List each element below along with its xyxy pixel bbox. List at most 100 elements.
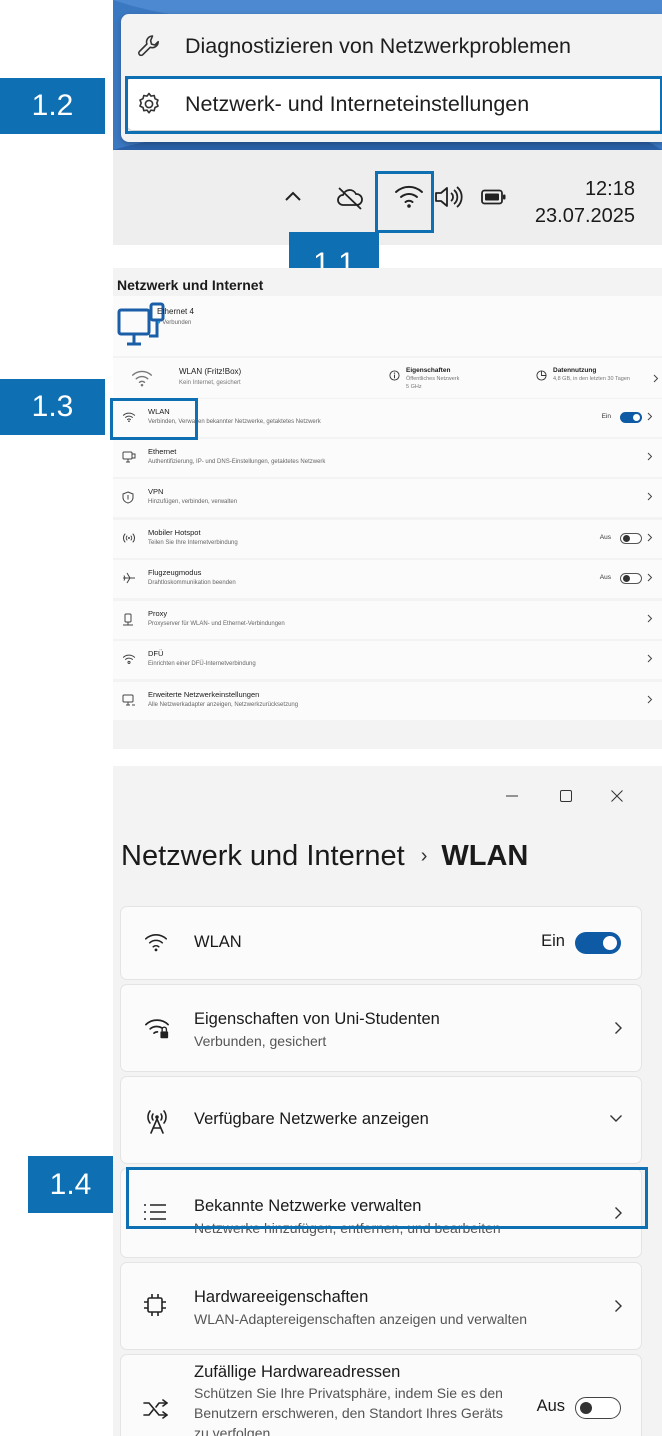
wifi-icon bbox=[130, 368, 154, 388]
chevron-right-icon bbox=[647, 654, 653, 663]
chevron-down-icon bbox=[609, 1114, 623, 1123]
settings-row-title: VPN bbox=[148, 487, 164, 496]
wifi-summary-name: WLAN (Fritz!Box) bbox=[179, 367, 242, 376]
breadcrumb-parent[interactable]: Netzwerk und Internet bbox=[121, 840, 405, 873]
chevron-right-icon bbox=[614, 1299, 623, 1313]
antenna-icon bbox=[143, 1107, 171, 1135]
settings-row-subtitle: Teilen Sie Ihre Internetverbindung bbox=[148, 540, 238, 546]
wifi-icon bbox=[143, 931, 169, 953]
network-settings-page: Netzwerk und Internet Ethernet 4 ● Verbu… bbox=[113, 268, 662, 749]
maximize-icon[interactable] bbox=[559, 789, 573, 803]
wlan-settings-page: Netzwerk und Internet › WLAN WLAN Ein Ei… bbox=[113, 766, 662, 1436]
settings-row-ethernet[interactable]: Ethernet Authentifizierung, IP- und DNS-E… bbox=[113, 439, 662, 477]
page-title: Netzwerk und Internet bbox=[117, 277, 264, 293]
clock-date: 23.07.2025 bbox=[534, 205, 635, 227]
settings-row-subtitle: Alle Netzwerkadapter anzeigen, Netzwerkz… bbox=[148, 702, 299, 708]
wifi-properties-card[interactable]: Eigenschaften von Uni-Studenten Verbunde… bbox=[121, 985, 641, 1071]
settings-row-subtitle: Einrichten einer DFÜ-Internetverbindung bbox=[148, 661, 256, 667]
data-usage-title: Datennutzung bbox=[553, 367, 597, 374]
speaker-icon[interactable] bbox=[433, 184, 465, 210]
step-label-1-3: 1.3 bbox=[0, 379, 105, 435]
settings-row-title: Ethernet bbox=[148, 447, 177, 456]
settings-row-airplane[interactable]: Flugzeugmodus Drahtloskommunikation beend… bbox=[113, 560, 662, 598]
data-usage-icon bbox=[536, 370, 547, 381]
battery-icon[interactable] bbox=[481, 189, 507, 205]
settings-row-subtitle: Hinzufügen, verbinden, verwalten bbox=[148, 499, 238, 505]
breadcrumb-current: WLAN bbox=[441, 840, 529, 872]
random-description-line2: Benutzern erschweren, den Standort Ihres… bbox=[194, 1405, 503, 1421]
chevron-up-icon[interactable] bbox=[283, 188, 303, 204]
random-title: Zufällige Hardwareadressen bbox=[194, 1363, 401, 1381]
clock-time: 12:18 bbox=[584, 178, 635, 200]
available-title: Verfügbare Netzwerke anzeigen bbox=[194, 1110, 429, 1128]
wifi-lock-icon bbox=[143, 1016, 171, 1040]
settings-row-title: Flugzeugmodus bbox=[148, 568, 202, 577]
chevron-right-icon bbox=[647, 614, 653, 623]
available-networks-card[interactable]: Verfügbare Netzwerke anzeigen bbox=[121, 1077, 641, 1163]
settings-row-state: Aus bbox=[599, 534, 611, 541]
settings-row-subtitle: Drahtloskommunikation beenden bbox=[148, 580, 236, 586]
chevron-right-icon bbox=[647, 573, 653, 582]
chevron-right-icon bbox=[647, 412, 653, 421]
properties-subtitle: Verbunden, gesichert bbox=[194, 1033, 327, 1049]
step-label-1-4: 1.4 bbox=[28, 1156, 113, 1213]
highlight-wlan-row bbox=[110, 398, 198, 440]
settings-row-title: Proxy bbox=[148, 609, 168, 618]
proxy-icon bbox=[122, 613, 134, 626]
taskbar-clock[interactable]: 12:18 23.07.2025 bbox=[535, 176, 635, 230]
settings-row-vpn-shield[interactable]: VPN Hinzufügen, verbinden, verwalten bbox=[113, 479, 662, 517]
hardware-properties-card[interactable]: Hardwareeigenschaften WLAN-Adaptereigens… bbox=[121, 1263, 641, 1349]
random-address-toggle[interactable] bbox=[575, 1397, 621, 1419]
settings-row-toggle[interactable] bbox=[620, 573, 642, 584]
highlight-wifi-tray-icon bbox=[375, 171, 434, 233]
random-state: Aus bbox=[536, 1397, 565, 1415]
dialup-icon bbox=[122, 653, 136, 665]
ethernet-header-card: Ethernet 4 ● Verbunden bbox=[113, 296, 662, 356]
wifi-summary-card[interactable]: WLAN (Fritz!Box) Kein Internet, gesicher… bbox=[113, 358, 662, 398]
chevron-right-icon bbox=[647, 452, 653, 461]
settings-row-state: Ein bbox=[601, 413, 611, 420]
wlan-toggle[interactable] bbox=[575, 932, 621, 954]
ethernet-name: Ethernet 4 bbox=[157, 307, 194, 316]
breadcrumb: Netzwerk und Internet › WLAN bbox=[121, 840, 528, 873]
settings-row-dialup[interactable]: DFÜ Einrichten einer DFÜ-Internetverbindu… bbox=[113, 641, 662, 679]
settings-row-toggle[interactable] bbox=[620, 533, 642, 544]
properties-title: Eigenschaften bbox=[406, 367, 451, 374]
cloud-offline-icon[interactable] bbox=[335, 185, 365, 211]
minimize-icon[interactable] bbox=[505, 789, 519, 803]
properties-network-type: Öffentliches Netzwerk bbox=[406, 376, 460, 382]
settings-row-advanced-network[interactable]: Erweiterte Netzwerkeinstellungen Alle Net… bbox=[113, 682, 662, 720]
menu-item-label: Diagnostizieren von Netzwerkproblemen bbox=[185, 33, 571, 58]
chevron-right-icon bbox=[647, 492, 653, 501]
wrench-icon bbox=[133, 33, 165, 59]
advanced-network-icon bbox=[122, 694, 136, 706]
chevron-right-icon bbox=[647, 695, 653, 704]
shuffle-icon bbox=[143, 1399, 169, 1419]
settings-row-title: DFÜ bbox=[148, 649, 164, 658]
settings-row-hotspot[interactable]: Mobiler Hotspot Teilen Sie Ihre Internetv… bbox=[113, 520, 662, 558]
airplane-icon bbox=[122, 572, 136, 584]
settings-row-subtitle: Proxyserver für WLAN- und Ethernet-Verbi… bbox=[148, 621, 285, 627]
step-label-1-2: 1.2 bbox=[0, 78, 105, 134]
hardware-title: Hardwareeigenschaften bbox=[194, 1288, 369, 1306]
hardware-subtitle: WLAN-Adaptereigenschaften anzeigen und v… bbox=[194, 1311, 528, 1327]
chevron-right-icon bbox=[647, 533, 653, 542]
chip-icon bbox=[143, 1293, 167, 1317]
properties-band: 5 GHz bbox=[406, 384, 422, 390]
random-description-line1: Schützen Sie Ihre Privatsphäre, indem Si… bbox=[194, 1385, 503, 1401]
close-icon[interactable] bbox=[610, 789, 624, 803]
settings-row-subtitle: Authentifizierung, IP- und DNS-Einstellu… bbox=[148, 459, 326, 465]
random-hardware-address-card[interactable]: Zufällige Hardwareadressen Schützen Sie … bbox=[121, 1355, 641, 1436]
data-usage-value: 4,8 GB, in den letzten 30 Tagen bbox=[553, 376, 630, 382]
wifi-summary-status: Kein Internet, gesichert bbox=[179, 380, 241, 386]
chevron-right-icon bbox=[614, 1021, 623, 1035]
breadcrumb-separator: › bbox=[420, 845, 428, 867]
settings-row-proxy[interactable]: Proxy Proxyserver für WLAN- und Ethernet-… bbox=[113, 601, 662, 639]
chevron-right-icon bbox=[653, 374, 659, 383]
wlan-toggle-card[interactable]: WLAN Ein bbox=[121, 907, 641, 979]
settings-row-state: Aus bbox=[599, 574, 611, 581]
ethernet-icon bbox=[122, 451, 136, 463]
settings-row-title: Erweiterte Netzwerkeinstellungen bbox=[148, 690, 260, 699]
settings-row-toggle[interactable] bbox=[620, 412, 642, 423]
menu-item-diagnose[interactable]: Diagnostizieren von Netzwerkproblemen bbox=[133, 20, 571, 72]
